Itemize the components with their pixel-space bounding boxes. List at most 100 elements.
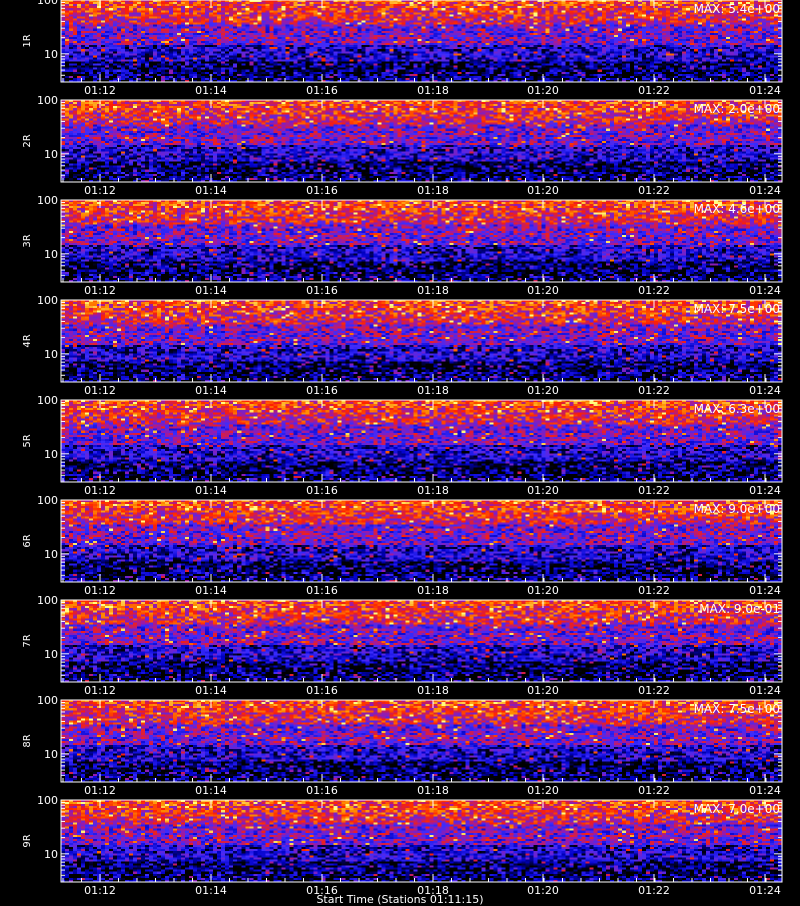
plot-frame — [60, 99, 783, 183]
panel-y-label: 2R — [22, 134, 33, 147]
y-tick-label: 10 — [44, 448, 58, 461]
x-tick-label: 01:16 — [306, 284, 338, 297]
y-tick-label: 10 — [44, 848, 58, 861]
plot-frame — [60, 299, 783, 383]
panel-axes: 10 100 3R 01:12 01:14 01:16 01:18 01:20 01:22 01:… — [22, 194, 783, 297]
x-tick-label: 01:20 — [527, 284, 559, 297]
panel-axes: 10 100 6R 01:12 01:14 01:16 01:18 01:20 01:22 01:… — [22, 494, 783, 597]
panel-y-label: 8R — [22, 734, 33, 747]
plot-frame — [60, 699, 783, 783]
max-label: MAX: 7.0e+00 — [693, 802, 780, 816]
panel-6r: 10 100 6R 01:12 01:14 01:16 01:18 01:20 01:22 01:… — [0, 494, 800, 600]
x-tick-label: 01:20 — [527, 384, 559, 397]
x-tick-label: 01:14 — [195, 584, 227, 597]
x-tick-label: 01:20 — [527, 84, 559, 97]
x-tick-label: 01:18 — [417, 384, 449, 397]
max-label: MAX: 4.6e+00 — [693, 202, 780, 216]
y-tick-label: 100 — [37, 194, 58, 207]
x-tick-label: 01:24 — [749, 484, 781, 497]
panel-y-label: 4R — [22, 334, 33, 347]
x-tick-label: 01:18 — [417, 584, 449, 597]
x-tick-label: 01:20 — [527, 684, 559, 697]
max-label: MAX: 5.4e+00 — [693, 2, 780, 16]
panel-y-label: 1R — [22, 34, 33, 47]
x-tick-label: 01:14 — [195, 184, 227, 197]
x-tick-label: 01:22 — [638, 184, 670, 197]
x-tick-label: 01:16 — [306, 84, 338, 97]
panel-axes: 10 100 2R 01:12 01:14 01:16 01:18 01:20 01:22 01:… — [22, 94, 783, 197]
y-tick-label: 10 — [44, 148, 58, 161]
panel-1r: 10 100 1R 01:12 01:14 01:16 01:18 01:20 01:22 01:… — [0, 0, 800, 100]
panel-axes: 10 100 1R 01:12 01:14 01:16 01:18 01:20 01:22 01:… — [22, 0, 783, 97]
x-tick-label: 01:22 — [638, 484, 670, 497]
x-tick-label: 01:22 — [638, 684, 670, 697]
y-tick-label: 10 — [44, 248, 58, 261]
x-tick-label: 01:12 — [84, 184, 116, 197]
x-tick-label: 01:20 — [527, 784, 559, 797]
x-tick-label: 01:12 — [84, 84, 116, 97]
panel-7r: 10 100 7R 01:12 01:14 01:16 01:18 01:20 01:22 01:… — [0, 594, 800, 700]
max-label: MAX: 7.5e+00 — [693, 302, 780, 316]
y-tick-label: 100 — [37, 594, 58, 607]
x-tick-label: 01:22 — [638, 584, 670, 597]
plot-frame — [60, 0, 783, 83]
x-tick-label: 01:22 — [638, 784, 670, 797]
panel-y-label: 3R — [22, 234, 33, 247]
x-tick-label: 01:20 — [527, 484, 559, 497]
plot-frame — [60, 199, 783, 283]
panel-8r: 10 100 8R 01:12 01:14 01:16 01:18 01:20 01:22 01:… — [0, 694, 800, 800]
max-label: MAX: 9.0e+00 — [693, 502, 780, 516]
x-tick-label: 01:12 — [84, 484, 116, 497]
x-tick-label: 01:18 — [417, 284, 449, 297]
x-tick-label: 01:16 — [306, 184, 338, 197]
x-tick-label: 01:14 — [195, 284, 227, 297]
plot-frame — [60, 499, 783, 583]
y-tick-label: 100 — [37, 794, 58, 807]
panel-y-label: 7R — [22, 634, 33, 647]
x-tick-label: 01:16 — [306, 384, 338, 397]
x-tick-label: 01:12 — [84, 684, 116, 697]
x-tick-label: 01:18 — [417, 84, 449, 97]
x-tick-label: 01:14 — [195, 484, 227, 497]
x-tick-label: 01:16 — [306, 784, 338, 797]
y-tick-label: 100 — [37, 494, 58, 507]
panel-axes: 101009R01:12 01:14 01:16 01:18 01:20 01:22 01:… — [22, 794, 783, 897]
y-tick-label: 10 — [44, 348, 58, 361]
x-tick-label: 01:16 — [306, 484, 338, 497]
x-tick-label: 01:12 — [84, 384, 116, 397]
panel-y-label: 6R — [22, 534, 33, 547]
max-label: MAX: 2.0e+00 — [693, 102, 780, 116]
y-tick-label: 100 — [37, 694, 58, 707]
x-tick-label: 01:16 — [306, 684, 338, 697]
max-label: MAX: 6.3e+00 — [693, 402, 780, 416]
x-tick-label: 01:20 — [527, 184, 559, 197]
panel-axes: 10 100 7R 01:12 01:14 01:16 01:18 01:20 01:22 01:… — [22, 594, 783, 697]
panel-4r: 10 100 4R 01:12 01:14 01:16 01:18 01:20 01:22 01:… — [0, 294, 800, 400]
y-tick-label: 10 — [44, 548, 58, 561]
x-tick-label: 01:12 — [84, 584, 116, 597]
panel-3r: 10 100 3R 01:12 01:14 01:16 01:18 01:20 01:22 01:… — [0, 194, 800, 300]
x-tick-label: 01:14 — [195, 84, 227, 97]
y-tick-label: 100 — [37, 94, 58, 107]
plot-frame — [60, 399, 783, 483]
x-tick-label: 01:22 — [638, 284, 670, 297]
x-tick-label: 01:12 — [84, 784, 116, 797]
x-tick-label: 01:24 — [749, 284, 781, 297]
x-tick-label: 01:24 — [749, 384, 781, 397]
x-tick-label: 01:18 — [417, 684, 449, 697]
x-tick-label: 01:24 — [749, 84, 781, 97]
x-tick-label: 01:24 — [749, 184, 781, 197]
x-tick-label: 01:24 — [749, 684, 781, 697]
x-tick-label: 01:12 — [84, 284, 116, 297]
panel-axes: 10 100 8R 01:12 01:14 01:16 01:18 01:20 01:22 01:… — [22, 694, 783, 797]
panel-9r: 10 100 9R 01:12 01:14 01:16 01:18 01:20 01:22 01:… — [0, 794, 800, 900]
y-tick-label: 10 — [44, 748, 58, 761]
y-tick-label: 100 — [37, 294, 58, 307]
y-tick-label: 100 — [37, 394, 58, 407]
x-tick-label: 01:20 — [527, 584, 559, 597]
x-tick-label: 01:22 — [638, 384, 670, 397]
panel-2r: 10 100 2R 01:12 01:14 01:16 01:18 01:20 01:22 01:… — [0, 94, 800, 200]
x-tick-label: 01:22 — [638, 84, 670, 97]
panel-axes: 10 100 4R 01:12 01:14 01:16 01:18 01:20 01:22 01:… — [22, 294, 783, 397]
x-tick-label: 01:18 — [417, 184, 449, 197]
